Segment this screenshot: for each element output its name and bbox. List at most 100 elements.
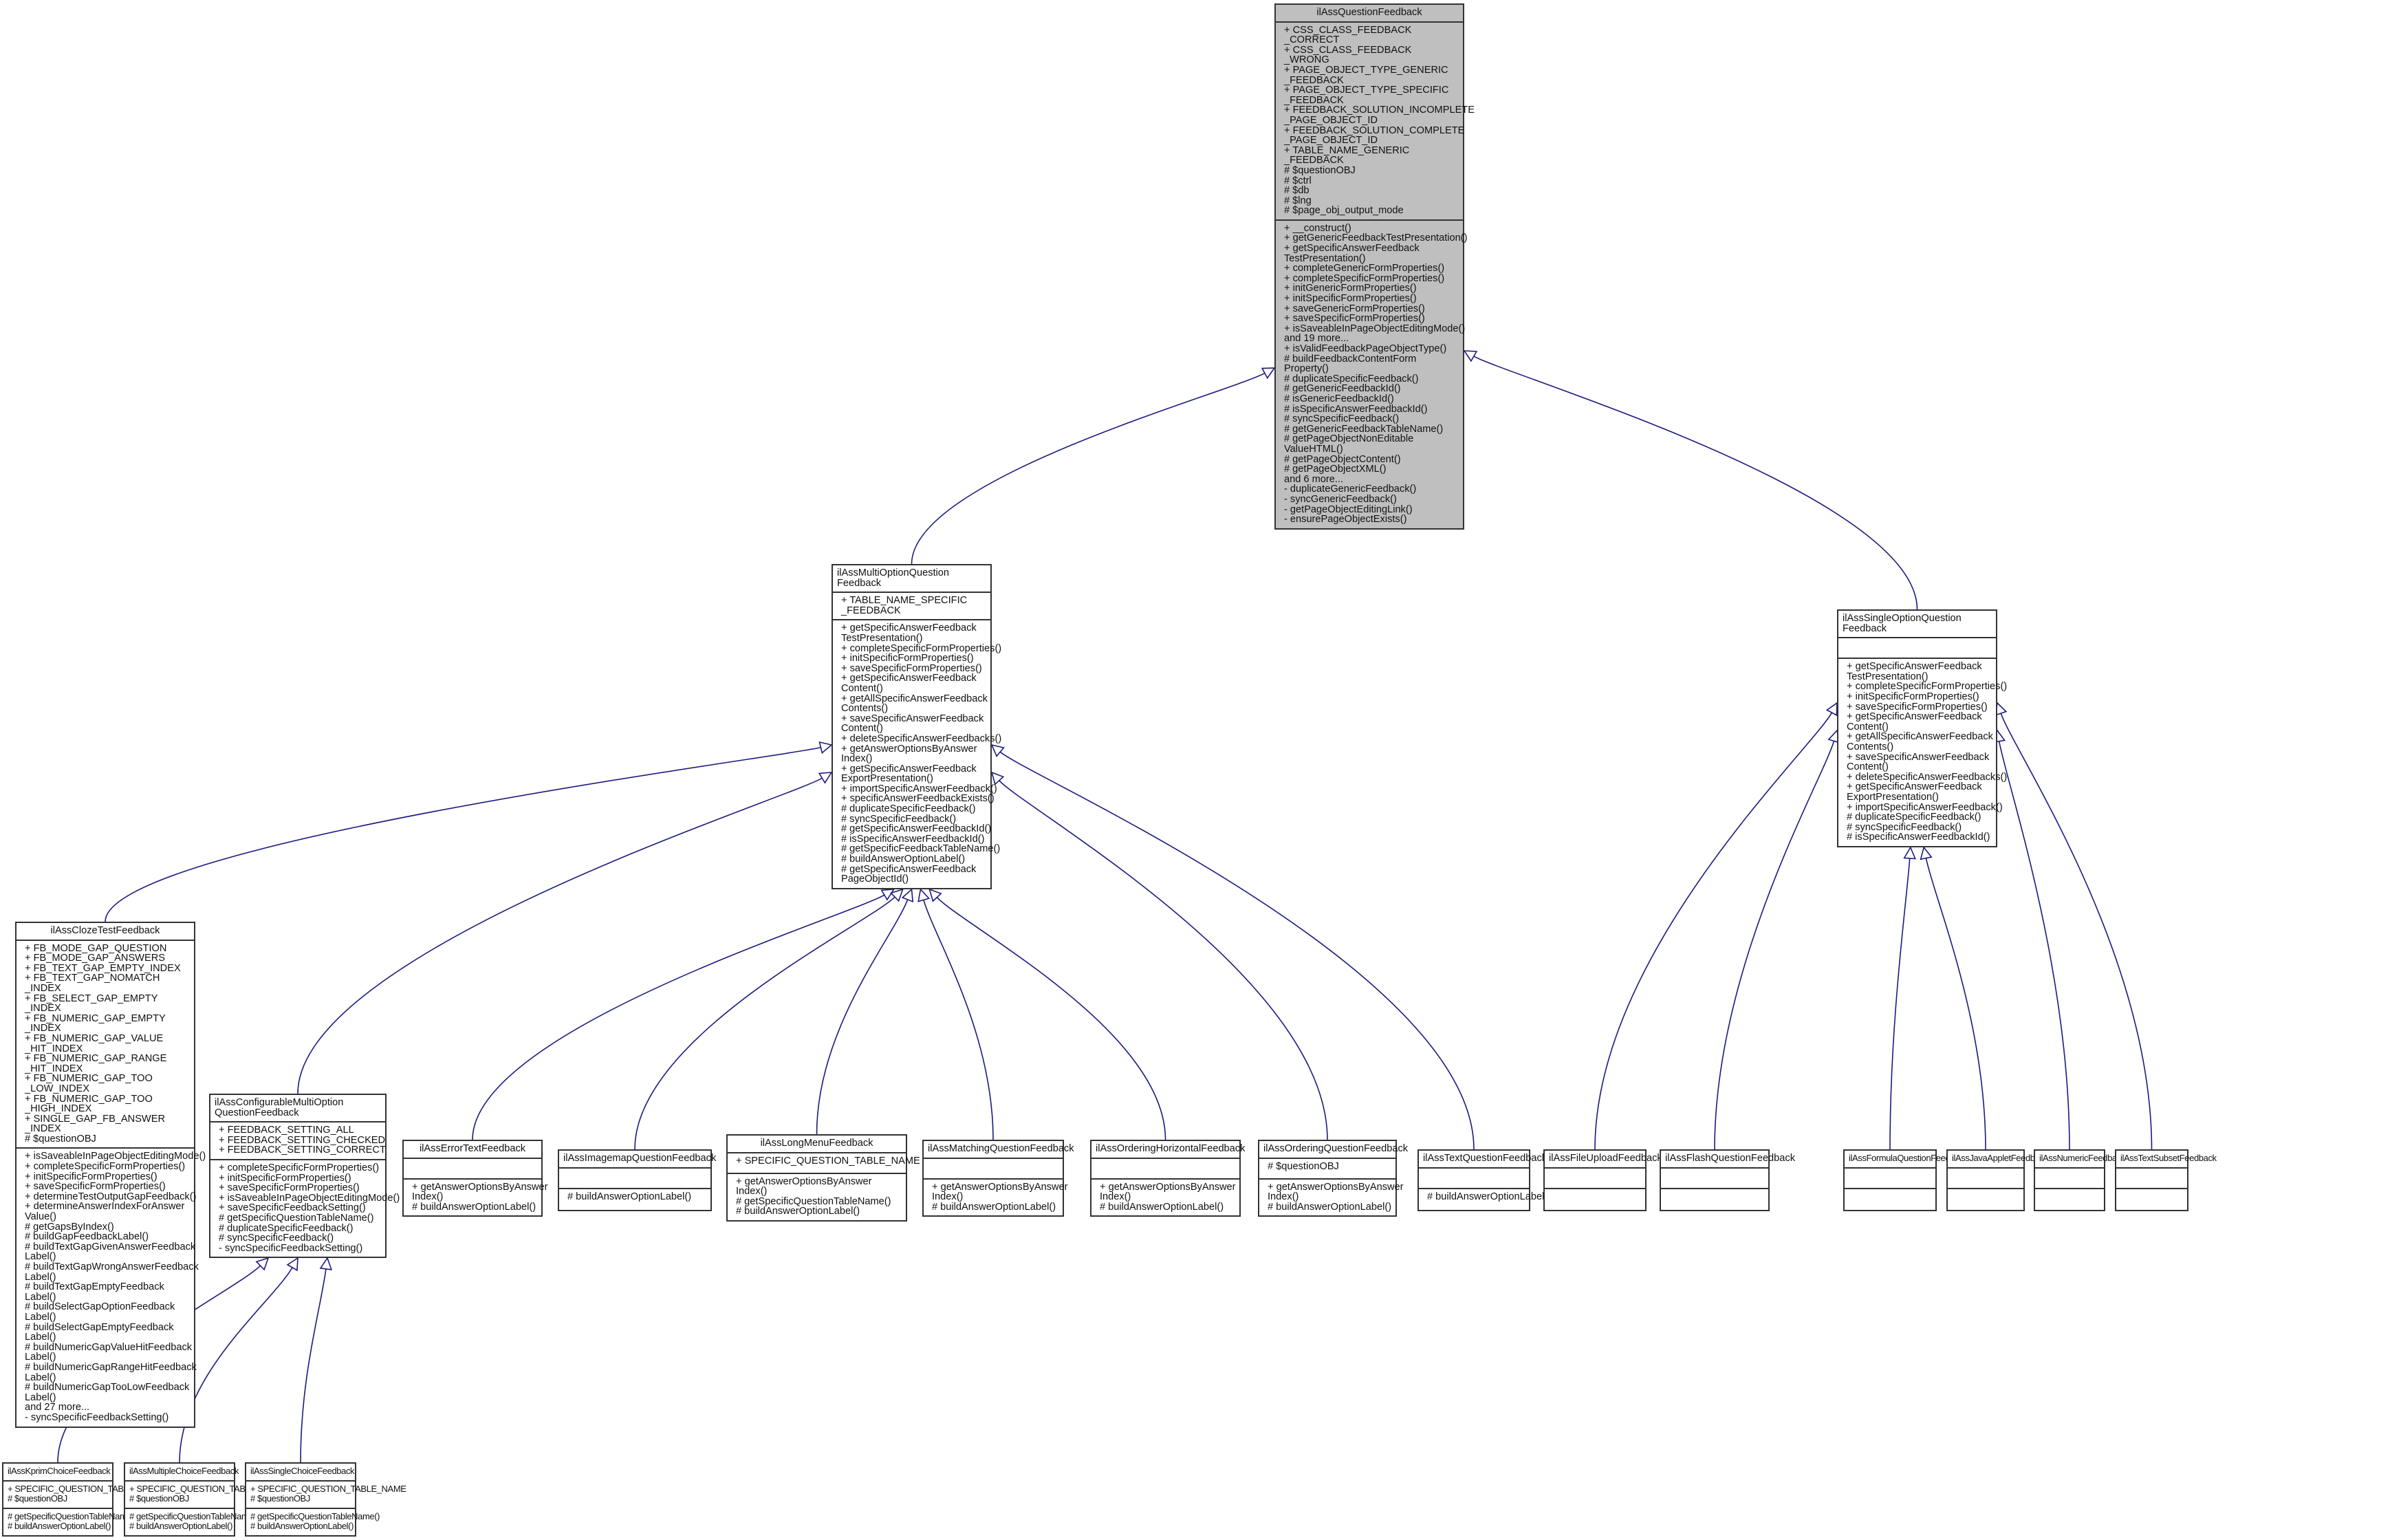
class-method: # buildNumericGapValueHitFeedback bbox=[25, 1341, 193, 1353]
class-method: Value() bbox=[25, 1211, 56, 1223]
class-method: # buildGapFeedbackLabel() bbox=[25, 1231, 149, 1243]
class-method: # getSpecificQuestionTableName() bbox=[250, 1510, 380, 1521]
class-ilAssImagemapQuestionFeedback[interactable]: ilAssImagemapQuestionFeedback # buildAns… bbox=[558, 1149, 716, 1211]
class-ilAssFormulaQuestionFeedback[interactable]: ilAssFormulaQuestionFeedback bbox=[1843, 1149, 1968, 1211]
class-ilAssJavaAppletFeedback[interactable]: ilAssJavaAppletFeedback bbox=[1946, 1149, 2048, 1211]
class-method: ExportPresentation() bbox=[1847, 791, 1939, 803]
class-attribute: _INDEX bbox=[25, 982, 61, 994]
class-method: TestPresentation() bbox=[1847, 671, 1929, 682]
class-attribute: _HIT_INDEX bbox=[25, 1043, 83, 1054]
class-title: ilAssConfigurableMultiOption QuestionFee… bbox=[210, 1095, 385, 1123]
class-method: + deleteSpecificAnswerFeedbacks() bbox=[1847, 771, 2008, 783]
class-ilAssQuestionFeedback[interactable]: ilAssQuestionFeedback + CSS_CLASS_FEEDBA… bbox=[1274, 3, 1475, 530]
class-method: + getAnswerOptionsByAnswer bbox=[1268, 1181, 1404, 1193]
class-method: # getPageObjectContent() bbox=[1284, 453, 1401, 465]
class-ilAssFlashQuestionFeedback[interactable]: ilAssFlashQuestionFeedback bbox=[1660, 1149, 1795, 1211]
class-method: TestPresentation() bbox=[1284, 252, 1366, 264]
class-method: # buildAnswerOptionLabel() bbox=[1427, 1191, 1552, 1202]
class-ilAssKprimChoiceFeedback[interactable]: ilAssKprimChoiceFeedback + SPECIFIC_QUES… bbox=[2, 1462, 164, 1537]
class-method: Label() bbox=[25, 1391, 56, 1403]
class-attribute: + FEEDBACK_SETTING_ALL bbox=[219, 1125, 354, 1136]
class-method: Contents() bbox=[1847, 741, 1894, 752]
class-methods: # buildAnswerOptionLabel() bbox=[559, 1189, 710, 1210]
class-attributes bbox=[1545, 1169, 1645, 1189]
class-attribute: + SPECIFIC_QUESTION_TABLE_NAME bbox=[736, 1155, 920, 1167]
class-method: + completeSpecificFormProperties() bbox=[1847, 681, 2008, 693]
class-methods: # getSpecificQuestionTableName() # buildA… bbox=[3, 1509, 137, 1535]
class-method: # buildAnswerOptionLabel() bbox=[567, 1191, 692, 1202]
class-methods: + getAnswerOptionsByAnswer Index() # build… bbox=[924, 1180, 1068, 1216]
class-ilAssTextSubsetFeedback[interactable]: ilAssTextSubsetFeedback bbox=[2115, 1149, 2217, 1211]
inheritance-edge bbox=[1925, 858, 1986, 1150]
class-attribute: + FEEDBACK_SOLUTION_INCOMPLETE bbox=[1284, 105, 1475, 116]
class-methods: + getSpecificAnswerFeedback TestPresentat… bbox=[1838, 659, 2008, 846]
class-attributes: + FB_MODE_GAP_QUESTION + FB_MODE_GAP_ANSW… bbox=[17, 941, 194, 1149]
class-title: ilAssTextQuestionFeedback bbox=[1419, 1151, 1547, 1169]
class-ilAssClozeTestFeedback[interactable]: ilAssClozeTestFeedback + FB_MODE_GAP_QUE… bbox=[15, 922, 206, 1428]
class-attributes: + SPECIFIC_QUESTION_TABLE_NAME # $questio… bbox=[3, 1482, 164, 1509]
class-method: Label() bbox=[25, 1371, 56, 1383]
class-method: # buildFeedbackContentForm bbox=[1284, 353, 1417, 365]
class-method: # getSpecificFeedbackTableName() bbox=[841, 843, 1001, 855]
class-method: # buildAnswerOptionLabel() bbox=[1100, 1201, 1224, 1213]
class-method: + getAnswerOptionsByAnswer bbox=[932, 1181, 1068, 1193]
class-attributes: + SPECIFIC_QUESTION_TABLE_NAME # $questio… bbox=[125, 1482, 285, 1509]
class-ilAssNumericFeedback[interactable]: ilAssNumericFeedback bbox=[2034, 1149, 2125, 1211]
class-ilAssErrorTextFeedback[interactable]: ilAssErrorTextFeedback + getAnswerOption… bbox=[402, 1140, 548, 1217]
class-ilAssSingleOptionQuestionFeedback[interactable]: ilAssSingleOptionQuestion Feedback + get… bbox=[1837, 609, 2008, 847]
class-method: # buildAnswerOptionLabel() bbox=[841, 854, 966, 865]
class-ilAssOrderingQuestionFeedback[interactable]: ilAssOrderingQuestionFeedback # $questio… bbox=[1258, 1140, 1408, 1217]
class-attribute: # $page_obj_output_mode bbox=[1284, 205, 1404, 217]
class-ilAssMatchingQuestionFeedback[interactable]: ilAssMatchingQuestionFeedback + getAnswe… bbox=[922, 1140, 1074, 1217]
inheritance-edge bbox=[1714, 741, 1835, 1150]
class-ilAssFileUploadFeedback[interactable]: ilAssFileUploadFeedback bbox=[1543, 1149, 1662, 1211]
class-attributes bbox=[1661, 1169, 1768, 1189]
class-methods: + getAnswerOptionsByAnswer Index() # getSp… bbox=[728, 1174, 906, 1220]
class-attribute: + FEEDBACK_SETTING_CORRECT bbox=[219, 1145, 386, 1156]
class-method: Index() bbox=[932, 1191, 964, 1203]
class-ilAssOrderingHorizontalFeedback[interactable]: ilAssOrderingHorizontalFeedback + getAns… bbox=[1090, 1140, 1245, 1217]
class-method: + determineTestOutputGapFeedback() bbox=[25, 1191, 197, 1202]
class-attributes bbox=[924, 1159, 1063, 1180]
inheritance-edge bbox=[105, 747, 821, 922]
class-methods bbox=[1545, 1189, 1645, 1210]
class-attribute: # $lng bbox=[1284, 195, 1312, 206]
class-method: # getSpecificAnswerFeedbackId() bbox=[841, 823, 992, 835]
class-method: + getAnswerOptionsByAnswer bbox=[841, 743, 977, 755]
class-attributes bbox=[404, 1159, 541, 1180]
class-method: # isSpecificAnswerFeedbackId() bbox=[841, 833, 985, 845]
class-method: + deleteSpecificAnswerFeedbacks() bbox=[841, 733, 1002, 744]
class-method: # buildNumericGapTooLowFeedback bbox=[25, 1382, 190, 1393]
class-attributes bbox=[1091, 1159, 1239, 1180]
class-ilAssMultiOptionQuestionFeedback[interactable]: ilAssMultiOptionQuestion Feedback + TABL… bbox=[832, 564, 1002, 889]
class-ilAssConfigurableMultiOptionQuestionFeedback[interactable]: ilAssConfigurableMultiOption QuestionFee… bbox=[209, 1094, 400, 1259]
class-method: PageObjectId() bbox=[841, 874, 909, 885]
class-attribute: + FEEDBACK_SOLUTION_COMPLETE bbox=[1284, 124, 1465, 136]
inheritance-edge bbox=[999, 780, 1328, 1140]
class-title: ilAssClozeTestFeedback bbox=[17, 923, 194, 941]
class-title: ilAssFormulaQuestionFeedback bbox=[1845, 1151, 1968, 1169]
class-method: Label() bbox=[25, 1311, 56, 1323]
class-method: + isSaveableInPageObjectEditingMode() bbox=[25, 1151, 206, 1162]
class-ilAssSingleChoiceFeedback[interactable]: ilAssSingleChoiceFeedback + SPECIFIC_QUE… bbox=[245, 1462, 406, 1537]
class-method: # getGapsByIndex() bbox=[25, 1221, 114, 1233]
class-method: + getAnswerOptionsByAnswer bbox=[736, 1175, 872, 1187]
class-method: # getSpecificQuestionTableName() bbox=[736, 1195, 891, 1207]
class-method: and 19 more... bbox=[1284, 333, 1349, 345]
class-method: Label() bbox=[25, 1332, 56, 1343]
class-ilAssLongMenuFeedback[interactable]: ilAssLongMenuFeedback + SPECIFIC_QUESTIO… bbox=[726, 1134, 920, 1222]
class-method: + determineAnswerIndexForAnswer bbox=[25, 1201, 185, 1213]
class-method: + completeGenericFormProperties() bbox=[1284, 263, 1445, 274]
class-method: # buildSelectGapEmptyFeedback bbox=[25, 1321, 174, 1333]
class-method: and 27 more... bbox=[25, 1402, 90, 1413]
class-method: + getAnswerOptionsByAnswer bbox=[412, 1181, 548, 1193]
class-method: Content() bbox=[841, 682, 883, 694]
class-method: Content() bbox=[1847, 761, 1889, 773]
class-method: Contents() bbox=[841, 703, 889, 715]
class-method: + saveGenericFormProperties() bbox=[1284, 303, 1425, 314]
class-attributes bbox=[1948, 1169, 2023, 1189]
class-ilAssMultipleChoiceFeedback[interactable]: ilAssMultipleChoiceFeedback + SPECIFIC_Q… bbox=[124, 1462, 285, 1537]
class-method: # getSpecificAnswerFeedback bbox=[841, 863, 977, 875]
class-method: + initSpecificFormProperties() bbox=[25, 1171, 157, 1182]
class-ilAssTextQuestionFeedback[interactable]: ilAssTextQuestionFeedback # buildAnswerO… bbox=[1417, 1149, 1552, 1211]
